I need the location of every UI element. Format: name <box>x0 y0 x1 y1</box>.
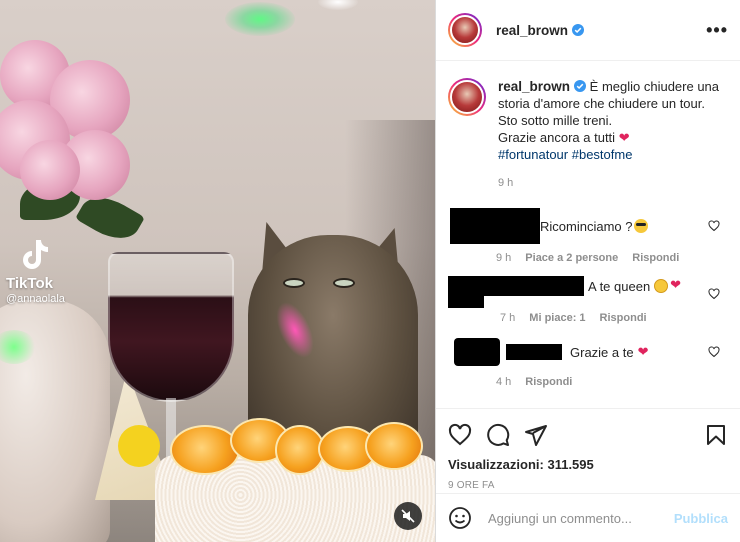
post-actions: Visualizzazioni: 311.595 9 ORE FA <box>436 408 740 491</box>
reply-button[interactable]: Rispondi <box>600 312 647 324</box>
comment-time: 7 h <box>500 312 516 324</box>
comment-text: Grazie a te <box>570 344 634 360</box>
reply-button[interactable]: Rispondi <box>632 252 679 264</box>
comments-list: real_brown È meglio chiudere una storia … <box>436 62 740 407</box>
view-count[interactable]: Visualizzazioni: 311.595 <box>448 457 728 472</box>
tiktok-handle: @annaolala <box>6 293 65 305</box>
redacted-user <box>506 344 562 360</box>
comment-bubble-icon[interactable] <box>486 423 510 447</box>
muted-speaker-icon <box>401 509 415 523</box>
heart-emoji-icon: ❤ <box>637 344 649 359</box>
reply-button[interactable]: Rispondi <box>525 376 572 388</box>
comment-body: A te queen ❤ 7 h Mi piace: 1 Rispondi <box>448 276 681 324</box>
pleading-face-emoji-icon <box>654 279 669 293</box>
comment-text: A te queen <box>588 279 651 294</box>
verified-badge-icon <box>574 80 587 92</box>
caption-username[interactable]: real_brown <box>498 79 570 94</box>
author-username[interactable]: real_brown <box>496 23 568 38</box>
like-heart-icon[interactable] <box>448 423 472 447</box>
comment-meta: 4 h Rispondi <box>496 376 649 388</box>
post-panel: real_brown ••• real_brown È meglio chiud… <box>435 0 740 542</box>
views-label: Visualizzazioni: <box>448 457 544 472</box>
publish-button[interactable]: Pubblica <box>674 511 728 526</box>
redacted-user <box>450 208 540 244</box>
redacted-user <box>448 276 584 308</box>
cat-eye <box>283 278 305 288</box>
comment-meta: 7 h Mi piace: 1 Rispondi <box>500 312 681 324</box>
orange-slice <box>170 425 240 475</box>
author-avatar[interactable] <box>448 78 486 116</box>
comment-item: Ricominciamo ? 9 h Piace a 2 persone Ris… <box>436 208 740 264</box>
tiktok-icon <box>23 240 48 269</box>
comment-item: A te queen ❤ 7 h Mi piace: 1 Rispondi <box>436 276 740 324</box>
hashtag-link[interactable]: #fortunatour <box>498 147 568 162</box>
action-icons <box>448 415 728 455</box>
hydrangea-flowers <box>0 30 150 249</box>
caption-text: Grazie ancora a tutti <box>498 130 616 145</box>
wine-glass <box>108 252 234 402</box>
like-heart-icon[interactable] <box>708 288 720 300</box>
verified-badge-icon <box>572 24 585 36</box>
redacted-avatar <box>454 338 500 366</box>
comment-time: 9 h <box>496 252 512 264</box>
post-header: real_brown ••• <box>436 0 740 61</box>
views-value: 311.595 <box>547 457 594 472</box>
light-reflection <box>318 0 358 10</box>
heart-emoji-icon: ❤ <box>670 277 682 292</box>
hashtag-link[interactable]: #bestofme <box>572 147 633 162</box>
comment-composer: Pubblica <box>436 493 740 542</box>
red-heart-icon: ❤ <box>618 130 630 145</box>
disco-light-spot <box>225 2 295 36</box>
caption-body: real_brown È meglio chiudere una storia … <box>498 78 728 192</box>
post-video[interactable]: TikTok @annaolala <box>0 0 435 542</box>
post-caption: real_brown È meglio chiudere una storia … <box>436 62 740 192</box>
comment-text: Ricominciamo ? <box>540 218 633 234</box>
emoji-decoration <box>118 425 160 467</box>
like-heart-icon[interactable] <box>708 220 720 232</box>
post-timestamp[interactable]: 9 ORE FA <box>448 480 728 491</box>
mute-button[interactable] <box>394 502 422 530</box>
bookmark-icon[interactable] <box>704 423 728 447</box>
caption-time: 9 h <box>498 177 514 189</box>
author-avatar[interactable] <box>448 13 482 47</box>
emoji-icon[interactable] <box>448 506 472 530</box>
tiktok-watermark: TikTok <box>6 275 53 292</box>
comment-likes[interactable]: Mi piace: 1 <box>529 312 585 324</box>
caption-text: Sto sotto mille treni. <box>498 113 613 128</box>
cat-eye <box>333 278 355 288</box>
comment-body: Grazie a te ❤ 4 h Rispondi <box>448 338 649 388</box>
comment-likes[interactable]: Piace a 2 persone <box>525 252 618 264</box>
like-heart-icon[interactable] <box>708 346 720 358</box>
sunglasses-emoji-icon <box>634 219 649 233</box>
share-send-icon[interactable] <box>524 423 548 447</box>
orange-slice <box>365 422 423 470</box>
comment-item: Grazie a te ❤ 4 h Rispondi <box>436 338 740 388</box>
comment-meta: 9 h Piace a 2 persone Rispondi <box>496 252 679 264</box>
more-options-button[interactable]: ••• <box>706 21 728 39</box>
comment-time: 4 h <box>496 376 512 388</box>
comment-body: Ricominciamo ? 9 h Piace a 2 persone Ris… <box>448 208 679 264</box>
comment-input[interactable] <box>488 510 666 526</box>
